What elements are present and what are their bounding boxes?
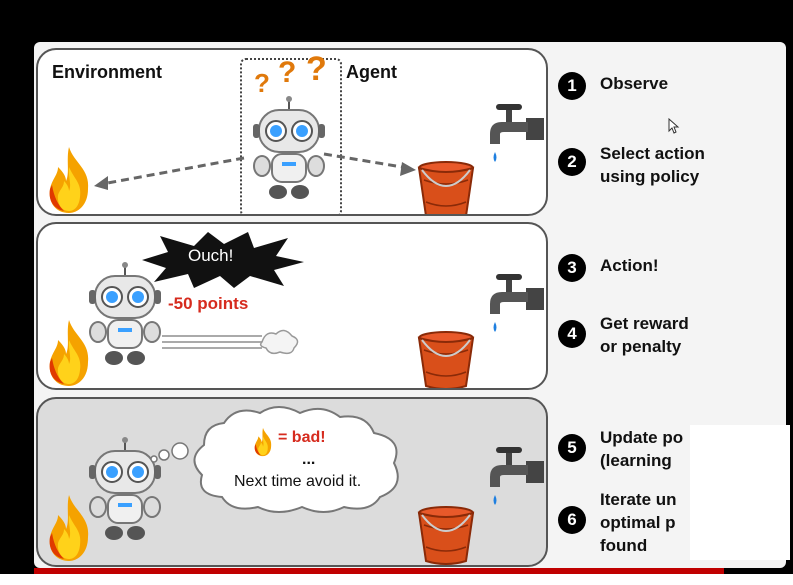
faucet-icon <box>484 100 544 170</box>
faucet-icon <box>484 270 544 340</box>
arrow-to-fire <box>94 156 245 190</box>
question-mark: ? <box>254 68 270 98</box>
bottom-strip <box>0 574 793 585</box>
bucket-icon <box>416 503 476 567</box>
step-text: Select action using policy <box>600 144 705 186</box>
step-number-badge: 6 <box>558 506 586 534</box>
occlusion-patch <box>690 425 790 560</box>
question-mark: ? <box>306 50 327 88</box>
step-number-badge: 4 <box>558 320 586 348</box>
thought-text: Next time avoid it. <box>234 473 362 490</box>
step-3: 3 Action! <box>558 254 659 282</box>
robot-icon <box>244 96 334 206</box>
step-number-badge: 5 <box>558 434 586 462</box>
environment-label: Environment <box>52 62 163 82</box>
step-number-badge: 2 <box>558 148 586 176</box>
bucket-icon <box>416 328 476 390</box>
thought-bubble <box>150 406 399 513</box>
ellipsis-text: ... <box>302 451 316 468</box>
panel-observe: Environment Agent ? ? ? <box>36 48 548 216</box>
faucet-icon <box>484 443 544 513</box>
agent-label: Agent <box>346 62 397 82</box>
step-text: Observe <box>600 74 669 93</box>
fire-icon <box>44 145 94 215</box>
step-5: 5 Update po (learning <box>558 426 683 472</box>
ouch-text: Ouch! <box>188 246 234 265</box>
question-mark: ? <box>278 56 297 89</box>
slide: Environment Agent ? ? ? Ouch! -50 points <box>34 42 786 568</box>
step-4: 4 Get reward or penalty <box>558 312 689 358</box>
step-number-badge: 3 <box>558 254 586 282</box>
points-text: -50 points <box>168 294 249 313</box>
panel-update: = bad! ... Next time avoid it. <box>36 397 548 567</box>
fire-icon <box>44 318 94 388</box>
step-text: Iterate un optimal p found <box>600 490 677 555</box>
motion-lines <box>162 329 299 355</box>
step-text: Action! <box>600 256 659 275</box>
arrow-to-bucket <box>323 152 416 176</box>
step-1: 1 Observe <box>558 72 668 100</box>
fire-icon <box>252 427 274 457</box>
step-number-badge: 1 <box>558 72 586 100</box>
panel-action: Ouch! -50 points <box>36 222 548 390</box>
bad-text: = bad! <box>278 429 326 446</box>
step-6: 6 Iterate un optimal p found <box>558 488 677 557</box>
fire-icon <box>44 493 94 563</box>
mouse-cursor-icon <box>668 118 680 134</box>
bucket-icon <box>416 158 476 216</box>
step-2: 2 Select action using policy <box>558 142 705 188</box>
step-text: Update po (learning <box>600 428 684 470</box>
step-text: Get reward or penalty <box>600 314 689 356</box>
